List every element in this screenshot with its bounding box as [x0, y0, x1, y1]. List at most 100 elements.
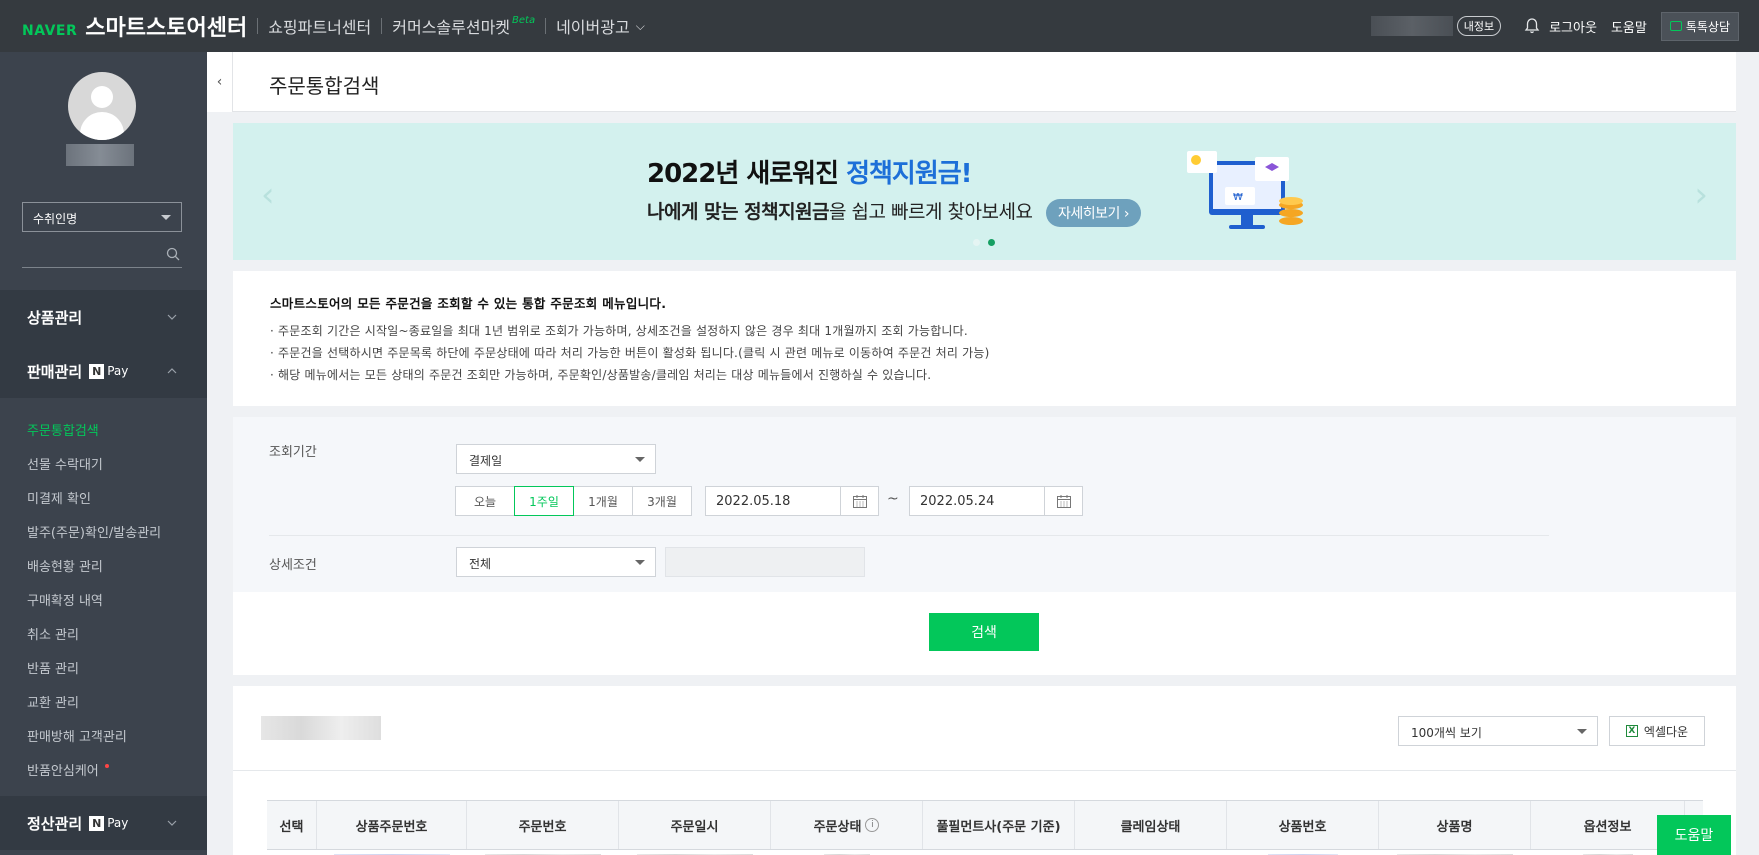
- talk-consult-button[interactable]: 톡톡상담: [1660, 11, 1739, 41]
- sidebar-item-order-confirm-ship[interactable]: 발주(주문)확인/발송관리: [0, 514, 207, 548]
- banner-sub-rest: 을 쉽고 빠르게 찾아보세요: [829, 201, 1033, 223]
- end-date-field[interactable]: 2022.05.24: [909, 486, 1083, 516]
- orders-table: 선택 상품주문번호 주문번호 주문일시 주문상태 i 풀필먼트사(주문 기준) …: [267, 800, 1703, 855]
- npay-label: Pay: [107, 816, 129, 830]
- sidebar-menu-settlement[interactable]: 정산관리 N Pay: [0, 796, 207, 850]
- banner-dot-active[interactable]: [988, 239, 995, 246]
- search-type-value: 수취인명: [33, 212, 78, 226]
- divider: [257, 18, 259, 34]
- chevron-down-icon: [167, 820, 177, 826]
- col-order-status[interactable]: 주문상태 i: [771, 801, 923, 849]
- calendar-icon[interactable]: [840, 487, 878, 515]
- range-3month-button[interactable]: 3개월: [632, 486, 692, 516]
- date-type-value: 결제일: [469, 454, 503, 468]
- sidebar-item-gift-pending[interactable]: 선물 수락대기: [0, 446, 207, 480]
- table-cell: [619, 850, 771, 855]
- table-header: 선택 상품주문번호 주문번호 주문일시 주문상태 i 풀필먼트사(주문 기준) …: [267, 800, 1703, 850]
- sidebar-item-return-care[interactable]: 반품안심케어: [0, 752, 207, 786]
- col-product-order-no[interactable]: 상품주문번호: [317, 801, 467, 849]
- page-size-value: 100개씩 보기: [1411, 726, 1482, 740]
- avatar[interactable]: [68, 72, 136, 140]
- logout-link[interactable]: 로그아웃: [1549, 17, 1597, 36]
- excel-download-button[interactable]: X 엑셀다운: [1609, 716, 1705, 746]
- end-date-value: 2022.05.24: [920, 494, 995, 509]
- col-order-datetime[interactable]: 주문일시: [619, 801, 771, 849]
- col-product-name[interactable]: 상품명: [1379, 801, 1531, 849]
- divider: [269, 535, 1549, 536]
- monitor-illustration-icon: ₩: [1187, 151, 1303, 229]
- promo-banner[interactable]: ‹ › 2022년 새로워진 정책지원금! 나에게 맞는 정책지원금을 쉽고 빠…: [233, 123, 1736, 260]
- sidebar: 수취인명 상품관리 판매관리 N Pay 주문통합검색 선물 수락대기 미결제 …: [0, 52, 207, 855]
- avatar-head-shape: [91, 86, 113, 108]
- sidebar-menu-settlement-wrap: 정산관리 N Pay: [27, 813, 128, 834]
- search-button[interactable]: 검색: [929, 613, 1039, 651]
- banner-title-highlight: 정책지원금!: [846, 159, 972, 189]
- notice-line: · 주문조회 기간은 시작일~종료일을 최대 1년 범위로 조회가 가능하며, …: [270, 324, 968, 338]
- col-select[interactable]: 선택: [267, 801, 317, 849]
- detail-condition-select[interactable]: 전체: [456, 547, 656, 577]
- col-claim-status[interactable]: 클레임상태: [1075, 801, 1227, 849]
- sidebar-item-purchase-confirmed[interactable]: 구매확정 내역: [0, 582, 207, 616]
- search-type-select[interactable]: 수취인명: [22, 202, 182, 232]
- sales-submenu: 주문통합검색 선물 수락대기 미결제 확인 발주(주문)확인/발송관리 배송현황…: [0, 398, 207, 796]
- help-floating-button[interactable]: 도움말: [1657, 815, 1731, 855]
- col-fulfillment[interactable]: 풀필먼트사(주문 기준): [923, 801, 1075, 849]
- range-1month-button[interactable]: 1개월: [573, 486, 633, 516]
- table-cell: [771, 850, 923, 855]
- sidebar-item-cancel[interactable]: 취소 관리: [0, 616, 207, 650]
- row-select-cell: [267, 850, 317, 855]
- naver-ads-link[interactable]: 네이버광고: [556, 14, 630, 38]
- sidebar-menu-product[interactable]: 상품관리: [0, 290, 207, 344]
- banner-detail-button[interactable]: 자세히보기 ›: [1045, 198, 1141, 227]
- table-cell: [923, 850, 1075, 855]
- col-order-no[interactable]: 주문번호: [467, 801, 619, 849]
- sidebar-item-unpaid[interactable]: 미결제 확인: [0, 480, 207, 514]
- start-date-field[interactable]: 2022.05.18: [705, 486, 879, 516]
- calendar-icon[interactable]: [1044, 487, 1082, 515]
- sidebar-item-delivery-status[interactable]: 배송현황 관리: [0, 548, 207, 582]
- banner-prev-icon[interactable]: ‹: [261, 175, 275, 215]
- brand-logo[interactable]: NAVER 스마트스토어센터: [22, 10, 247, 42]
- detail-condition-value: 전체: [469, 557, 492, 571]
- npay-n-icon: N: [89, 363, 105, 379]
- sidebar-item-exchange[interactable]: 교환 관리: [0, 684, 207, 718]
- date-type-select[interactable]: 결제일: [456, 444, 656, 474]
- search-form: 조회기간 결제일 오늘 1주일 1개월 3개월 2022.05.18 ~ 202…: [233, 417, 1736, 675]
- range-today-button[interactable]: 오늘: [455, 486, 515, 516]
- range-1week-button[interactable]: 1주일: [514, 486, 574, 516]
- banner-next-icon[interactable]: ›: [1694, 175, 1708, 215]
- help-link[interactable]: 도움말: [1611, 17, 1647, 36]
- table-cell: [1227, 850, 1379, 855]
- table-cell: [1379, 850, 1531, 855]
- shopping-partner-link[interactable]: 쇼핑파트너센터: [268, 14, 371, 38]
- sidebar-item-block-customer[interactable]: 판매방해 고객관리: [0, 718, 207, 752]
- chevron-down-icon[interactable]: ⌵: [636, 19, 645, 34]
- npay-badge: N Pay: [89, 363, 128, 379]
- smartstore-center-title: 스마트스토어센터: [85, 16, 248, 41]
- info-icon[interactable]: i: [865, 818, 880, 832]
- sidebar-item-return[interactable]: 반품 관리: [0, 650, 207, 684]
- bell-icon[interactable]: [1523, 17, 1541, 35]
- col-product-no[interactable]: 상품번호: [1227, 801, 1379, 849]
- banner-dot[interactable]: [973, 239, 980, 246]
- period-range-buttons: 오늘 1주일 1개월 3개월: [455, 486, 692, 516]
- sidebar-collapse-button[interactable]: ‹: [207, 52, 233, 112]
- sidebar-menu-sales[interactable]: 판매관리 N Pay: [0, 344, 207, 398]
- table-row[interactable]: [267, 850, 1703, 855]
- col-order-status-label: 주문상태: [813, 819, 862, 835]
- top-bar-right: 내정보 로그아웃 도움말 톡톡상담: [1370, 0, 1739, 52]
- divider: [545, 18, 547, 34]
- notice-line: · 주문건을 선택하시면 주문목록 하단에 주문상태에 따라 처리 가능한 버튼…: [270, 346, 990, 360]
- chevron-down-icon: [167, 314, 177, 320]
- result-count-blurred: [261, 716, 381, 740]
- search-icon[interactable]: [166, 247, 180, 261]
- commerce-solution-market-link[interactable]: 커머스솔루션마켓: [392, 14, 510, 38]
- sidebar-item-order-search[interactable]: 주문통합검색: [0, 412, 207, 446]
- store-name-blurred: [66, 144, 134, 166]
- new-dot-icon: [104, 764, 109, 768]
- detail-keyword-input[interactable]: [665, 547, 865, 577]
- banner-title-text: 2022년 새로워진: [647, 159, 847, 189]
- page-size-select[interactable]: 100개씩 보기: [1398, 716, 1598, 746]
- my-info-badge[interactable]: 내정보: [1456, 16, 1502, 36]
- sidebar-search-input[interactable]: [22, 240, 182, 268]
